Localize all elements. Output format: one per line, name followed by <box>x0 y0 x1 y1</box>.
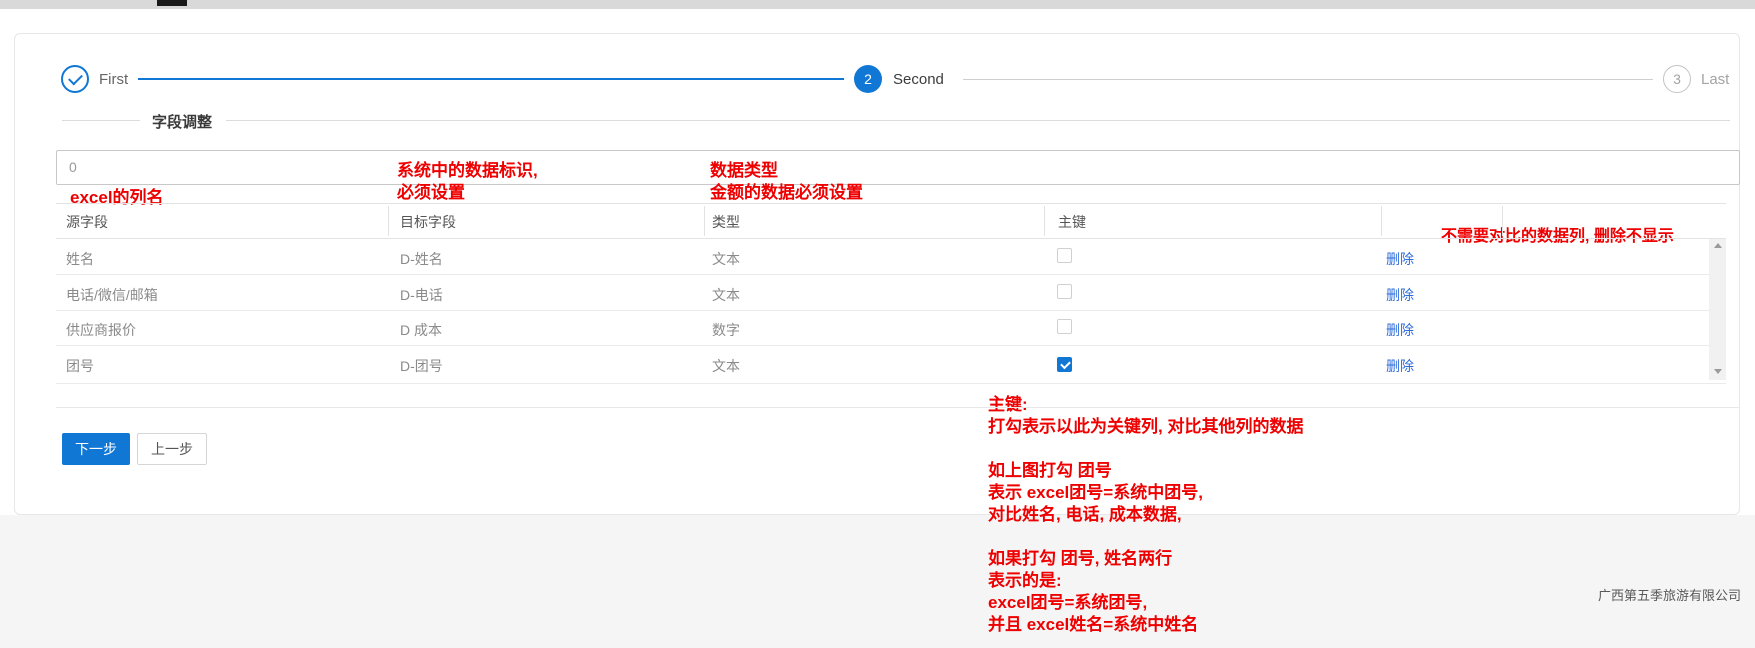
primary-key-checkbox[interactable] <box>1057 284 1072 299</box>
step-first-label: First <box>99 71 128 88</box>
cell-type: 文本 <box>712 249 740 269</box>
cell-source: 供应商报价 <box>66 320 136 340</box>
cell-source: 团号 <box>66 356 94 376</box>
cell-type: 数字 <box>712 320 740 340</box>
divider-line-left <box>62 120 140 121</box>
delete-link[interactable]: 删除 <box>1386 249 1414 269</box>
stepper-connector-done <box>138 78 844 80</box>
primary-key-checkbox[interactable] <box>1057 248 1072 263</box>
header-separator <box>704 206 705 236</box>
step-second-circle[interactable]: 2 <box>854 65 882 93</box>
cell-target: D-电话 <box>400 285 443 305</box>
step-first-circle[interactable] <box>61 65 89 93</box>
header-separator <box>1044 206 1045 236</box>
table-header-top-border <box>56 203 1726 204</box>
table-scrollbar-track[interactable] <box>1709 239 1726 380</box>
annotation-delete-note: 不需要对比的数据列, 删除不显示 <box>1441 226 1674 248</box>
step-last-label: Last <box>1701 71 1729 88</box>
header-target-field: 目标字段 <box>400 212 456 232</box>
annotation-excel-column: excel的列名 <box>70 187 164 209</box>
cell-type: 文本 <box>712 285 740 305</box>
table-header-bottom-border <box>56 238 1726 239</box>
primary-key-checkbox[interactable] <box>1057 319 1072 334</box>
annotation-primary-key-note: 主键: 打勾表示以此为关键列, 对比其他列的数据 如上图打勾 团号 表示 exc… <box>988 394 1303 636</box>
cell-target: D-姓名 <box>400 249 443 269</box>
section-title: 字段调整 <box>152 111 212 132</box>
screen-artifact <box>157 0 187 6</box>
next-step-button[interactable]: 下一步 <box>62 433 130 465</box>
cell-type: 文本 <box>712 356 740 376</box>
step-last-circle[interactable]: 3 <box>1663 65 1691 93</box>
delete-link[interactable]: 删除 <box>1386 356 1414 376</box>
divider-line-right <box>226 120 1730 121</box>
field-id-input[interactable]: 0 <box>56 150 1740 185</box>
header-type: 类型 <box>712 212 740 232</box>
step-last-number: 3 <box>1673 71 1681 87</box>
delete-link[interactable]: 删除 <box>1386 285 1414 305</box>
check-icon <box>68 70 83 85</box>
cell-source: 电话/微信/邮箱 <box>66 285 158 305</box>
annotation-system-id: 系统中的数据标识, 必须设置 <box>397 160 538 204</box>
step-second-label: Second <box>893 71 944 88</box>
header-separator <box>388 206 389 236</box>
scrollbar-down-arrow-icon[interactable] <box>1714 369 1722 374</box>
company-name: 广西第五季旅游有限公司 <box>1598 585 1741 604</box>
prev-step-button[interactable]: 上一步 <box>137 433 207 465</box>
row-border <box>56 383 1726 384</box>
row-border <box>56 345 1726 346</box>
header-separator <box>1502 206 1503 236</box>
page-bottom-background <box>0 515 1755 648</box>
scrollbar-up-arrow-icon[interactable] <box>1714 243 1722 248</box>
browser-top-strip <box>0 0 1755 9</box>
header-primary-key: 主键 <box>1058 212 1086 232</box>
stepper-connector-pending <box>963 79 1653 80</box>
header-source-field: 源字段 <box>66 212 108 232</box>
cell-target: D-团号 <box>400 356 443 376</box>
footer-divider <box>56 407 1740 408</box>
annotation-data-type: 数据类型 金额的数据必须设置 <box>710 160 863 204</box>
cell-target: D 成本 <box>400 320 442 340</box>
step-second-number: 2 <box>864 71 872 87</box>
row-border <box>56 310 1726 311</box>
primary-key-checkbox[interactable] <box>1057 357 1072 372</box>
cell-source: 姓名 <box>66 249 94 269</box>
header-separator <box>1381 206 1382 236</box>
row-border <box>56 274 1726 275</box>
delete-link[interactable]: 删除 <box>1386 320 1414 340</box>
